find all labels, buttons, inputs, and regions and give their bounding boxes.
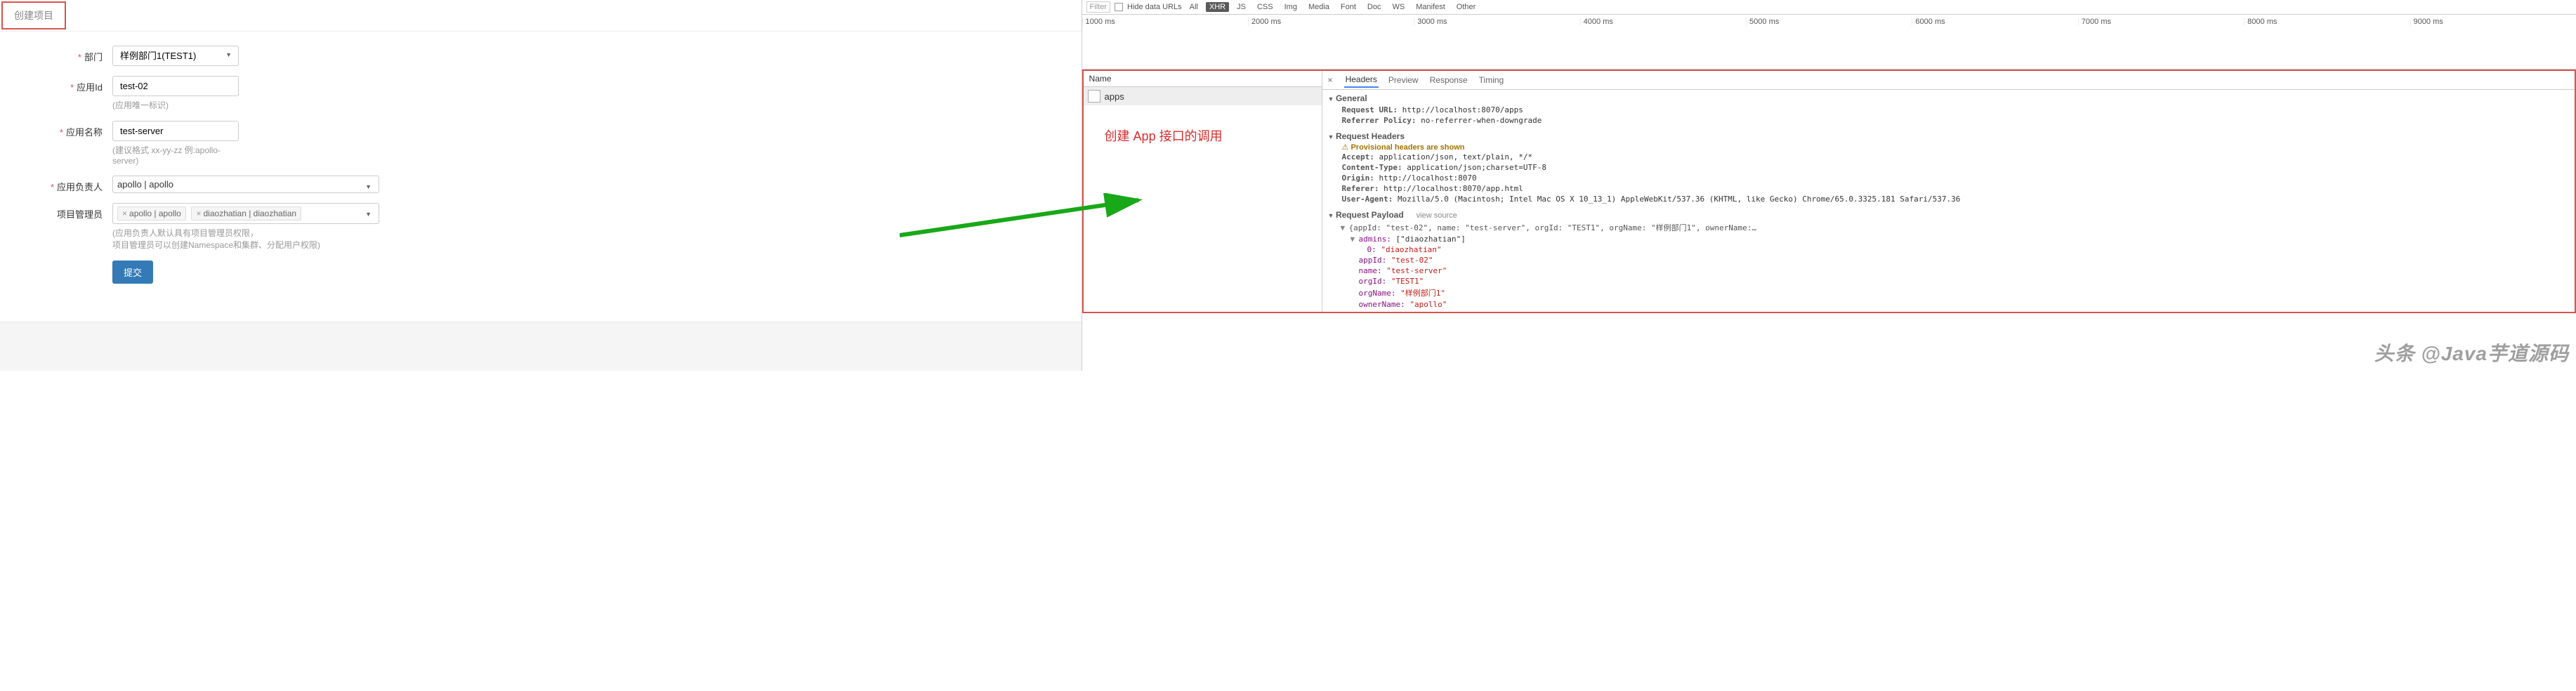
waterfall-timeline[interactable]: 1000 ms 2000 ms 3000 ms 4000 ms 5000 ms …	[1082, 15, 2576, 70]
remove-tag-icon[interactable]: ×	[196, 209, 201, 218]
create-project-form: *部门 样例部门1(TEST1) *应用Id (应用唯一标识) *应用	[0, 31, 1082, 322]
label-appid: 应用Id	[77, 82, 103, 93]
network-body: Name apps 创建 App 接口的调用 × Headers Preview…	[1082, 70, 2576, 313]
tick: 7000 ms	[2078, 18, 2244, 26]
appid-input[interactable]	[112, 76, 239, 96]
tick: 4000 ms	[1580, 18, 1746, 26]
filter-font[interactable]: Font	[1337, 2, 1360, 12]
request-list-header[interactable]: Name	[1084, 71, 1322, 87]
hide-dataurls-checkbox[interactable]	[1115, 3, 1123, 11]
request-name: apps	[1105, 91, 1124, 102]
devtools-panel: Filter Hide data URLs All XHR JS CSS Img…	[1082, 0, 2576, 371]
remove-tag-icon[interactable]: ×	[122, 209, 127, 218]
hide-dataurls-label: Hide data URLs	[1127, 3, 1182, 11]
payload-tree: ▼{appId: "test-02", name: "test-server",…	[1328, 221, 2569, 310]
label-admins: 项目管理员	[57, 209, 103, 220]
filter-all[interactable]: All	[1186, 2, 1202, 12]
tick: 1000 ms	[1082, 18, 1248, 26]
label-dept: 部门	[84, 52, 103, 62]
filter-doc[interactable]: Doc	[1364, 2, 1385, 12]
footer-area	[0, 322, 1082, 371]
tick: 2000 ms	[1248, 18, 1414, 26]
submit-button[interactable]: 提交	[112, 261, 153, 284]
devtools-filter-bar: Filter Hide data URLs All XHR JS CSS Img…	[1082, 0, 2576, 15]
filter-js[interactable]: JS	[1233, 2, 1249, 12]
section-request-payload[interactable]: Request Payloadview source	[1328, 209, 2569, 221]
filter-media[interactable]: Media	[1305, 2, 1333, 12]
owner-select[interactable]: apollo | apollo	[112, 176, 379, 193]
appname-hint: (建议格式 xx-yy-zz 例:apollo-server)	[112, 144, 239, 166]
label-appname: 应用名称	[66, 127, 103, 138]
tick: 8000 ms	[2244, 18, 2410, 26]
filter-input[interactable]: Filter	[1086, 1, 1110, 13]
watermark-text: 头条 @Java芋道源码	[2374, 338, 2569, 367]
filter-img[interactable]: Img	[1281, 2, 1301, 12]
tab-headers[interactable]: Headers	[1344, 72, 1379, 88]
create-project-panel: 创建项目 *部门 样例部门1(TEST1) *应用Id (应用唯一标识)	[0, 0, 1082, 371]
detail-tabs: × Headers Preview Response Timing	[1322, 71, 2575, 90]
tick: 3000 ms	[1414, 18, 1579, 26]
filter-other[interactable]: Other	[1453, 2, 1480, 12]
tab-timing[interactable]: Timing	[1478, 73, 1506, 87]
admins-multiselect[interactable]: ×apollo | apollo ×diaozhatian | diaozhat…	[112, 203, 379, 224]
admins-hint: (应用负责人默认具有项目管理员权限， 项目管理员可以创建Namespace和集群…	[112, 227, 379, 251]
tab-preview[interactable]: Preview	[1387, 73, 1420, 87]
admin-tag[interactable]: ×diaozhatian | diaozhatian	[191, 206, 301, 221]
filter-css[interactable]: CSS	[1254, 2, 1277, 12]
admin-tag[interactable]: ×apollo | apollo	[117, 206, 186, 221]
close-icon[interactable]: ×	[1325, 75, 1336, 85]
tick: 5000 ms	[1746, 18, 1912, 26]
provisional-warning: Provisional headers are shown	[1328, 143, 2569, 152]
dept-select[interactable]: 样例部门1(TEST1)	[112, 46, 239, 66]
filter-manifest[interactable]: Manifest	[1412, 2, 1449, 12]
document-icon	[1088, 90, 1100, 103]
tick: 6000 ms	[1912, 18, 2077, 26]
view-source-link[interactable]: view source	[1417, 211, 1457, 220]
section-general[interactable]: General	[1328, 92, 2569, 105]
request-list: Name apps 创建 App 接口的调用	[1084, 71, 1322, 312]
annotation-text: 创建 App 接口的调用	[1105, 126, 1322, 145]
filter-xhr[interactable]: XHR	[1206, 2, 1229, 12]
request-detail: × Headers Preview Response Timing Genera…	[1322, 71, 2575, 312]
filter-ws[interactable]: WS	[1388, 2, 1408, 12]
appid-hint: (应用唯一标识)	[112, 99, 239, 111]
tick: 9000 ms	[2410, 18, 2576, 26]
section-request-headers[interactable]: Request Headers	[1328, 130, 2569, 143]
page-title: 创建项目	[1, 1, 66, 29]
appname-input[interactable]	[112, 121, 239, 141]
label-owner: 应用负责人	[57, 182, 103, 192]
tab-response[interactable]: Response	[1428, 73, 1469, 87]
request-row[interactable]: apps	[1084, 87, 1322, 105]
